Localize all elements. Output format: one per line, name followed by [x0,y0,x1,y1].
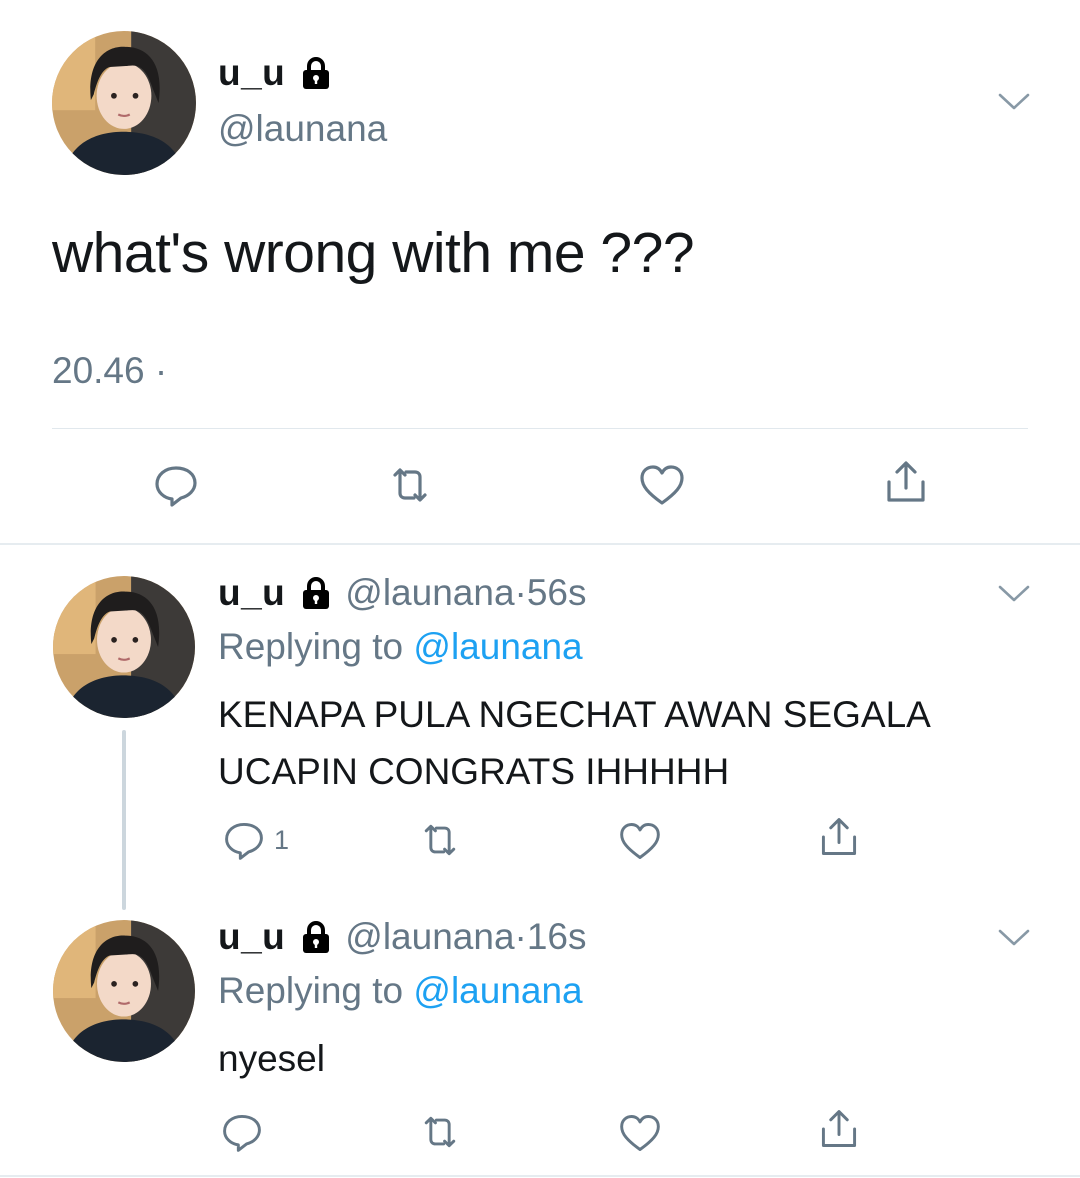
display-name-text: u_u [218,52,286,93]
thread-line [122,730,126,910]
divider [52,428,1028,429]
reply-age[interactable]: 16s [527,916,587,958]
reply-display-name[interactable]: u_u [218,572,285,614]
reply-icon [220,1110,264,1154]
reply-header: u_u @launana · 56s [218,572,587,614]
retweet-button[interactable] [386,461,434,509]
reply-display-name[interactable]: u_u [218,916,285,958]
replying-to: Replying to @launana [218,970,583,1012]
bottom-divider [0,1175,1080,1177]
heart-icon [618,819,662,863]
dot-separator: · [514,916,527,957]
reply-button[interactable]: 1 [222,818,289,862]
like-button[interactable] [638,461,686,509]
reply-text: KENAPA PULA NGECHAT AWAN SEGALA UCAPIN C… [218,694,929,792]
replying-mention-link[interactable]: @launana [413,626,582,667]
retweet-icon [418,1110,462,1154]
heart-icon [638,461,686,509]
lock-icon [299,56,333,90]
main-avatar[interactable] [52,31,196,175]
reply-button[interactable] [220,1110,264,1154]
retweet-button[interactable] [418,1110,462,1154]
replying-prefix: Replying to [218,970,404,1011]
reply-handle[interactable]: @launana [345,572,514,614]
main-tweet-text: what's wrong with me ??? [52,221,695,285]
reply-button[interactable] [152,461,200,509]
reply-avatar[interactable] [53,920,195,1062]
reply-count: 1 [274,824,290,855]
reply-avatar[interactable] [53,576,195,718]
lock-icon [299,920,333,954]
heart-icon [618,1111,662,1155]
replying-mention-link[interactable]: @launana [413,970,582,1011]
reply-handle[interactable]: @launana [345,916,514,958]
like-button[interactable] [618,819,662,863]
dot-separator: · [514,572,527,613]
share-button[interactable] [817,1107,861,1151]
chevron-down-icon[interactable] [998,928,1030,948]
retweet-icon [418,818,462,862]
reply-text: nyesel [218,1038,325,1079]
retweet-icon [386,461,434,509]
replying-prefix: Replying to [218,626,404,667]
main-handle[interactable]: @launana [218,108,387,150]
lock-icon [299,576,333,610]
main-tweet-time[interactable]: 20.46 · [52,350,167,392]
share-icon [817,1107,861,1151]
reply-age[interactable]: 56s [527,572,587,614]
share-icon [882,458,930,506]
chevron-down-icon[interactable] [998,92,1030,112]
share-icon [817,815,861,859]
reply-icon [152,461,200,509]
share-button[interactable] [817,815,861,859]
section-divider [0,543,1080,545]
share-button[interactable] [882,458,930,506]
reply-icon [222,818,266,862]
chevron-down-icon[interactable] [998,584,1030,604]
retweet-button[interactable] [418,818,462,862]
main-display-name[interactable]: u_u [218,52,333,94]
like-button[interactable] [618,1111,662,1155]
replying-to: Replying to @launana [218,626,583,668]
reply-header: u_u @launana · 16s [218,916,587,958]
